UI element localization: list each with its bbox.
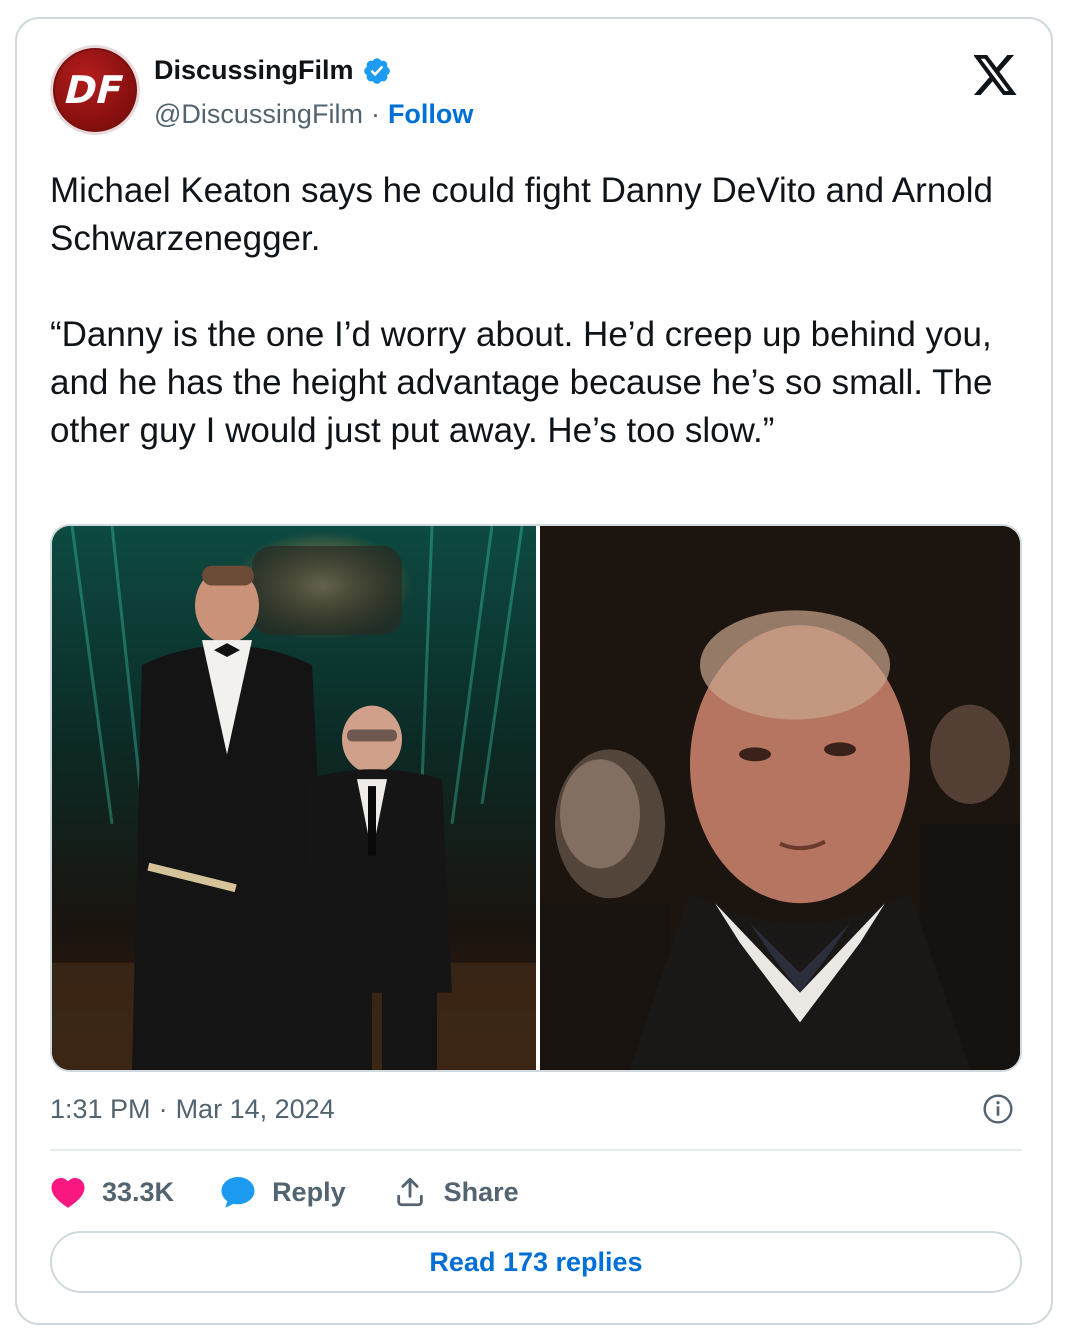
tweet-time[interactable]: 1:31 PM [50, 1094, 151, 1125]
tweet-card[interactable]: DF DiscussingFilm @DiscussingFilm · Foll… [15, 17, 1053, 1325]
info-icon[interactable] [982, 1093, 1014, 1125]
author-handle[interactable]: @DiscussingFilm [154, 99, 363, 130]
read-replies-button[interactable]: Read 173 replies [50, 1231, 1022, 1293]
heart-icon [51, 1178, 85, 1208]
action-bar: 33.3K Reply Share [50, 1172, 565, 1212]
media-grid[interactable] [50, 524, 1022, 1072]
handle-separator: · [370, 99, 380, 129]
speech-bubble-icon [221, 1177, 255, 1208]
verified-badge-icon [363, 57, 390, 84]
keaton-photo-illustration [540, 526, 1020, 1070]
divider [50, 1149, 1022, 1151]
avatar-logo-text: DF [60, 69, 128, 113]
tweet-date[interactable]: Mar 14, 2024 [176, 1094, 335, 1125]
tweet-text: Michael Keaton says he could fight Danny… [50, 171, 994, 450]
stage-photo-illustration [52, 526, 536, 1070]
share-button[interactable]: Share [392, 1175, 519, 1209]
df-logo-icon: DF [60, 69, 128, 113]
author-handle-row: @DiscussingFilm · Follow [154, 99, 473, 130]
author-display-name[interactable]: DiscussingFilm [154, 55, 354, 86]
like-button[interactable]: 33.3K [50, 1175, 174, 1209]
reply-button[interactable]: Reply [220, 1175, 346, 1209]
author-name-row: DiscussingFilm [154, 55, 392, 86]
reply-label: Reply [272, 1176, 346, 1207]
tweet-timestamp[interactable]: 1:31 PM · Mar 14, 2024 [50, 1094, 335, 1125]
share-upload-icon [396, 1177, 423, 1207]
author-avatar[interactable]: DF [50, 45, 140, 135]
follow-button[interactable]: Follow [388, 99, 473, 130]
x-logo-icon[interactable] [974, 55, 1018, 95]
photo-arnold-danny[interactable] [52, 526, 536, 1070]
share-label: Share [443, 1176, 519, 1207]
photo-keaton[interactable] [540, 526, 1020, 1070]
like-count: 33.3K [102, 1176, 175, 1207]
timestamp-separator: · [158, 1094, 168, 1124]
